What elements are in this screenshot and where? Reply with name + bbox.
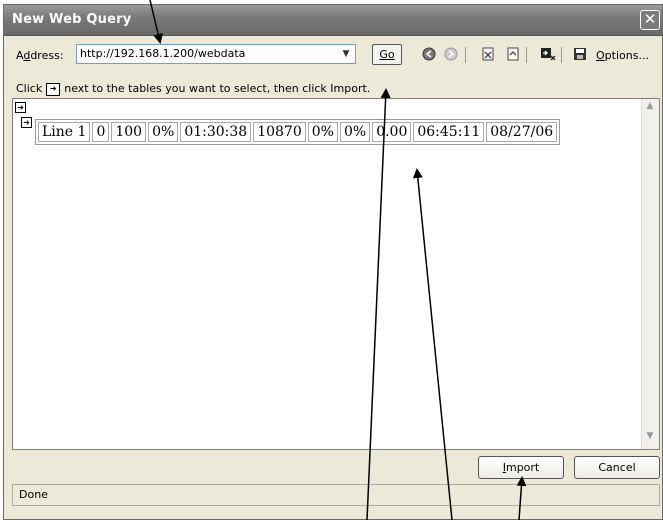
- annotation-overlay: [149, 0, 527, 520]
- annotation-arrow-import: [516, 476, 527, 520]
- annotation-arrow-go: [366, 88, 391, 520]
- annotation-arrow-table: [412, 168, 453, 520]
- annotation-arrow-address: [149, 0, 164, 44]
